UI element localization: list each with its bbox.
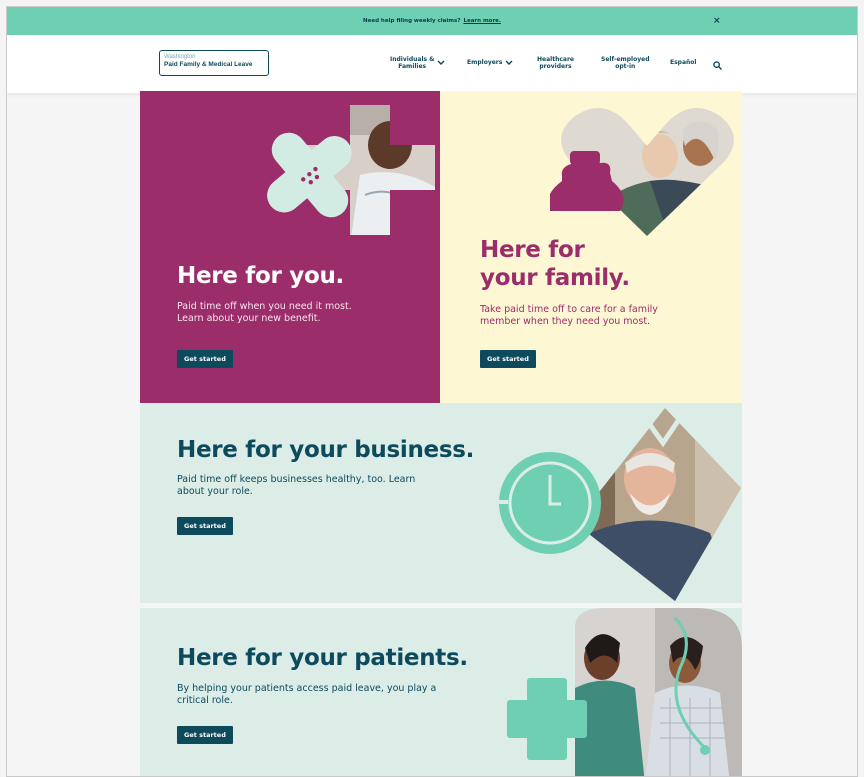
- search-icon[interactable]: [713, 61, 722, 70]
- banner-learn-more-link[interactable]: Learn more.: [463, 18, 501, 24]
- panel-you-line1: Paid time off when you need it most.: [177, 301, 352, 312]
- nav-label-healthcare-line2: providers: [539, 63, 572, 70]
- panel-family-line1: Take paid time off to care for a family: [480, 304, 658, 315]
- cross-photo-graphic: [507, 608, 742, 776]
- panel-you-title: Here for you.: [177, 263, 344, 289]
- chevron-down-icon: [437, 60, 445, 65]
- panel-business-title: Here for your business.: [177, 437, 475, 463]
- banner-text: Need help filing weekly claims?: [363, 18, 461, 24]
- nav-item-self-employed[interactable]: Self-employed opt-in: [601, 56, 650, 70]
- nav-item-espanol[interactable]: Español: [670, 59, 696, 66]
- nav-item-employers[interactable]: Employers: [467, 59, 513, 66]
- panel-patients-line2: critical role.: [177, 695, 233, 706]
- panel-patients-line1: By helping your patients access paid lea…: [177, 683, 437, 694]
- panel-family-title-line1: Here for: [480, 237, 585, 263]
- nav-label-healthcare-line1: Healthcare: [537, 56, 574, 63]
- panel-you-line2: Learn about your new benefit.: [177, 313, 321, 324]
- panel-here-for-your-patients: Here for your patients. By helping your …: [140, 608, 742, 776]
- panel-you-description: Paid time off when you need it most. Lea…: [177, 301, 427, 325]
- panel-family-title: Here for your family.: [480, 236, 630, 292]
- panel-patients-title: Here for your patients.: [177, 645, 468, 671]
- panel-here-for-your-business: Here for your business. Paid time off ke…: [140, 403, 742, 603]
- panel-business-description: Paid time off keeps businesses healthy, …: [177, 474, 477, 498]
- panel-business-get-started-button[interactable]: Get started: [177, 517, 233, 535]
- site-header: Washington Paid Family & Medical Leave I…: [7, 35, 857, 93]
- panel-here-for-your-family: Here for your family. Take paid time off…: [440, 91, 742, 403]
- panel-patients-description: By helping your patients access paid lea…: [177, 683, 497, 707]
- panel-you-get-started-button[interactable]: Get started: [177, 350, 233, 368]
- nav-label-individuals-line2: Families: [398, 63, 427, 70]
- announcement-banner: Need help filing weekly claims? Learn mo…: [7, 7, 857, 35]
- panel-here-for-you: Here for you. Paid time off when you nee…: [140, 91, 440, 403]
- page-frame: Need help filing weekly claims? Learn mo…: [6, 6, 858, 777]
- close-icon[interactable]: ×: [713, 16, 721, 26]
- nav-item-healthcare[interactable]: Healthcare providers: [537, 56, 574, 70]
- panel-family-line2: member when they need you most.: [480, 316, 651, 327]
- panel-family-description: Take paid time off to care for a family …: [480, 304, 735, 328]
- main-nav: Individuals & Families Employers Healthc…: [7, 56, 857, 76]
- panel-patients-get-started-button[interactable]: Get started: [177, 726, 233, 744]
- chevron-down-icon: [505, 60, 513, 65]
- nav-label-individuals-line1: Individuals &: [390, 56, 435, 63]
- clock-photo-graphic: [498, 408, 741, 601]
- panel-family-get-started-button[interactable]: Get started: [480, 350, 536, 368]
- panel-business-line1: Paid time off keeps businesses healthy, …: [177, 474, 416, 485]
- heart-photo-graphic: [550, 108, 734, 236]
- panel-business-line2: about your role.: [177, 486, 253, 497]
- nav-item-individuals[interactable]: Individuals & Families: [390, 56, 445, 70]
- nav-label-espanol: Español: [670, 59, 697, 66]
- nav-label-self-employed-line2: opt-in: [615, 63, 636, 70]
- panel-family-title-line2: your family.: [480, 265, 630, 291]
- nav-label-employers: Employers: [467, 59, 503, 66]
- nav-label-self-employed-line1: Self-employed: [601, 56, 650, 63]
- bandage-photo-graphic: [267, 105, 435, 235]
